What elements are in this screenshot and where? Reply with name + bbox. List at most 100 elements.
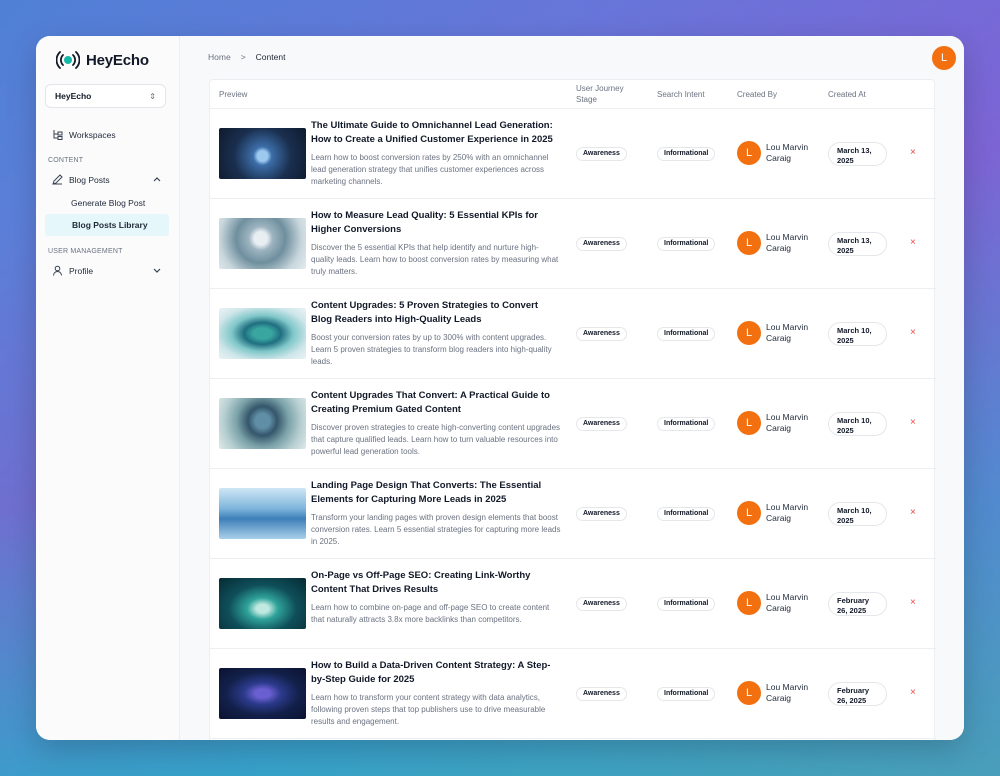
sidebar-item-blog-posts[interactable]: Blog Posts [52,174,110,185]
delete-icon[interactable]: × [910,417,916,428]
header-created-by: Created By [737,90,778,99]
author-name: Lou Marvin Caraig [766,322,809,343]
post-title[interactable]: Content Upgrades: 5 Proven Strategies to… [311,299,561,327]
stage-badge: Awareness [576,147,627,161]
created-by: L Lou Marvin Caraig [737,591,822,615]
avatar: L [737,411,761,435]
post-title[interactable]: How to Measure Lead Quality: 5 Essential… [311,209,561,237]
table-row[interactable]: Landing Page Design That Converts: The E… [210,469,936,559]
avatar: L [737,321,761,345]
author-name: Lou Marvin Caraig [766,592,809,613]
main-content: Home > Content L Preview User Journey St… [180,36,964,740]
broadcast-logo-icon [55,48,81,72]
created-by: L Lou Marvin Caraig [737,321,822,345]
author-name: Lou Marvin Caraig [766,682,809,703]
logo[interactable]: HeyEcho [55,48,149,72]
breadcrumb-current: Content [255,52,286,62]
stage-badge: Awareness [576,417,627,431]
pencil-icon [52,174,63,185]
delete-icon[interactable]: × [910,507,916,518]
created-by: L Lou Marvin Caraig [737,141,822,165]
post-description: Transform your landing pages with proven… [311,513,561,546]
created-by: L Lou Marvin Caraig [737,681,822,705]
sidebar-item-label: Profile [69,265,94,276]
sidebar-item-label: Blog Posts [69,174,110,185]
delete-icon[interactable]: × [910,147,916,158]
stage-badge: Awareness [576,237,627,251]
intent-badge: Informational [657,327,716,341]
sidebar-item-blog-posts-library[interactable]: Blog Posts Library [45,214,169,236]
post-thumbnail [219,668,306,719]
post-description: Discover the 5 essential KPIs that help … [311,243,559,276]
delete-icon[interactable]: × [910,687,916,698]
author-name: Lou Marvin Caraig [766,142,809,163]
created-at-badge: March 10, 2025 [828,502,887,526]
post-title[interactable]: How to Build a Data-Driven Content Strat… [311,659,561,687]
header-preview: Preview [219,90,248,99]
stage-badge: Awareness [576,507,627,521]
table-header: Preview User Journey Stage Search Intent… [210,80,934,109]
post-thumbnail [219,398,306,449]
user-icon [52,265,63,276]
stage-badge: Awareness [576,687,627,701]
sidebar-item-generate-blog-post[interactable]: Generate Blog Post [71,198,145,208]
post-thumbnail [219,308,306,359]
header-intent: Search Intent [657,90,705,99]
header-created-at: Created At [828,90,866,99]
user-avatar[interactable]: L [932,46,956,70]
created-at-badge: February 26, 2025 [828,592,887,616]
intent-badge: Informational [657,417,716,431]
avatar: L [737,231,761,255]
post-description: Learn how to combine on-page and off-pag… [311,603,550,624]
post-thumbnail [219,128,306,179]
chevron-down-icon[interactable] [153,267,161,277]
chevron-up-icon[interactable] [153,175,161,185]
header-stage: User Journey Stage [576,84,624,104]
created-at-badge: March 13, 2025 [828,232,887,256]
created-at-badge: March 10, 2025 [828,322,887,346]
author-name: Lou Marvin Caraig [766,412,809,433]
table-row[interactable]: On-Page vs Off-Page SEO: Creating Link-W… [210,559,936,649]
sidebar-item-profile[interactable]: Profile [52,265,93,276]
stage-badge: Awareness [576,597,627,611]
section-label-content: CONTENT [48,157,84,164]
sidebar-item-label: Workspaces [69,129,116,140]
created-at-badge: March 10, 2025 [828,412,887,436]
section-label-user-management: USER MANAGEMENT [48,248,123,255]
table-row[interactable]: How to Measure Lead Quality: 5 Essential… [210,199,936,289]
created-by: L Lou Marvin Caraig [737,411,822,435]
delete-icon[interactable]: × [910,327,916,338]
table-row[interactable]: The Ultimate Guide to Omnichannel Lead G… [210,109,936,199]
post-description: Boost your conversion rates by up to 300… [311,333,552,366]
post-description: Learn how to boost conversion rates by 2… [311,153,549,186]
created-at-badge: March 13, 2025 [828,142,887,166]
post-title[interactable]: Landing Page Design That Converts: The E… [311,479,561,507]
created-by: L Lou Marvin Caraig [737,231,822,255]
intent-badge: Informational [657,687,716,701]
post-thumbnail [219,218,306,269]
workspace-select[interactable]: HeyEcho ⇕ [45,84,166,108]
post-title[interactable]: On-Page vs Off-Page SEO: Creating Link-W… [311,569,561,597]
sidebar: HeyEcho HeyEcho ⇕ Workspaces CONTENT Blo… [36,36,180,740]
post-description: Learn how to transform your content stra… [311,693,546,726]
intent-badge: Informational [657,237,716,251]
tree-icon [52,129,63,140]
delete-icon[interactable]: × [910,597,916,608]
post-description: Discover proven strategies to create hig… [311,423,561,456]
app-window: HeyEcho HeyEcho ⇕ Workspaces CONTENT Blo… [36,36,964,740]
sidebar-item-workspaces[interactable]: Workspaces [52,129,116,140]
breadcrumb-home[interactable]: Home [208,52,231,62]
breadcrumb: Home > Content [208,52,285,62]
avatar: L [737,141,761,165]
breadcrumb-separator: > [240,52,246,62]
table-row[interactable]: Content Upgrades: 5 Proven Strategies to… [210,289,936,379]
table-row[interactable]: How to Build a Data-Driven Content Strat… [210,649,936,739]
stage-badge: Awareness [576,327,627,341]
avatar: L [737,591,761,615]
created-by: L Lou Marvin Caraig [737,501,822,525]
delete-icon[interactable]: × [910,237,916,248]
post-thumbnail [219,488,306,539]
post-title[interactable]: The Ultimate Guide to Omnichannel Lead G… [311,119,561,147]
table-row[interactable]: Content Upgrades That Convert: A Practic… [210,379,936,469]
post-title[interactable]: Content Upgrades That Convert: A Practic… [311,389,561,417]
